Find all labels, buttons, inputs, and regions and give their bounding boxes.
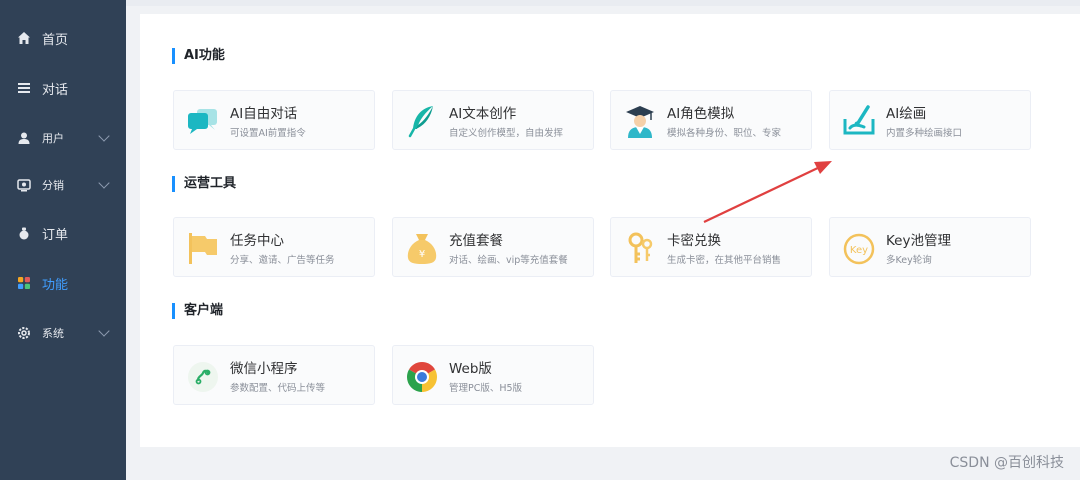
order-icon [16,225,32,241]
section-title-operations: 运营工具 [172,176,236,192]
feather-icon [405,103,439,139]
tile-desc: 内置多种绘画接口 [886,128,963,139]
tile-name: AI自由对话 [230,106,298,122]
chevron-down-icon [98,177,110,189]
flag-icon [186,230,220,266]
tile-desc: 生成卡密，在其他平台销售 [667,255,782,266]
sidebar-item-label: 用户 [42,132,64,145]
key-circle-icon: Key [842,230,876,266]
tile-desc: 自定义创作模型，自由发挥 [449,128,564,139]
apps-icon [16,275,32,291]
tile-recharge-plans[interactable]: ¥ 充值套餐 对话、绘画、vip等充值套餐 [392,217,594,277]
section-title-ai: AI功能 [172,48,225,64]
sidebar-item-label: 对话 [42,82,69,98]
sidebar-item-distribution[interactable]: 分销 [0,165,126,205]
tile-desc: 管理PC版、H5版 [449,383,523,394]
tile-card-redeem[interactable]: 卡密兑换 生成卡密，在其他平台销售 [610,217,812,277]
chevron-down-icon [98,130,110,142]
list-icon [16,80,32,96]
sidebar-item-label: 系统 [42,327,64,340]
tile-desc: 可设置AI前置指令 [230,128,306,139]
sidebar: 首页 对话 用户 分销 订单 功能 系统 [0,0,126,480]
chat-bubbles-icon [186,103,220,139]
tile-web[interactable]: Web版 管理PC版、H5版 [392,345,594,405]
sidebar-item-users[interactable]: 用户 [0,118,126,158]
tile-key-pool[interactable]: Key Key池管理 多Key轮询 [829,217,1031,277]
watermark: CSDN @百创科技 [949,455,1064,471]
svg-text:Key: Key [850,245,868,256]
keys-icon [623,230,657,266]
sidebar-item-features[interactable]: 功能 [0,263,126,303]
tile-ai-chat[interactable]: AI自由对话 可设置AI前置指令 [173,90,375,150]
tile-name: AI角色模拟 [667,106,735,122]
paint-brush-icon [842,103,876,139]
tile-desc: 对话、绘画、vip等充值套餐 [449,255,568,266]
tile-wechat-mini-program[interactable]: 微信小程序 参数配置、代码上传等 [173,345,375,405]
chevron-down-icon [98,325,110,337]
sidebar-item-orders[interactable]: 订单 [0,213,126,253]
section-title-clients: 客户端 [172,303,223,319]
tile-name: Web版 [449,361,492,377]
tile-name: AI绘画 [886,106,927,122]
tile-task-center[interactable]: 任务中心 分享、邀请、广告等任务 [173,217,375,277]
tile-name: Key池管理 [886,233,951,249]
sidebar-item-label: 首页 [42,32,69,48]
tile-name: 微信小程序 [230,361,298,377]
money-bag-icon: ¥ [405,230,439,266]
tile-ai-drawing[interactable]: AI绘画 内置多种绘画接口 [829,90,1031,150]
sidebar-item-label: 分销 [42,179,64,192]
distribution-icon [16,177,32,193]
tile-name: 卡密兑换 [667,233,721,249]
svg-text:¥: ¥ [419,249,425,260]
tile-name: 任务中心 [230,233,284,249]
tile-desc: 多Key轮询 [886,255,932,266]
home-icon [16,30,32,46]
settings-icon [16,325,32,341]
top-bar [126,0,1080,6]
tile-desc: 分享、邀请、广告等任务 [230,255,335,266]
chrome-icon [405,358,439,394]
sidebar-item-system[interactable]: 系统 [0,313,126,353]
mini-program-icon [186,358,220,394]
tile-name: AI文本创作 [449,106,517,122]
tile-ai-writing[interactable]: AI文本创作 自定义创作模型，自由发挥 [392,90,594,150]
tile-desc: 模拟各种身份、职位、专家 [667,128,782,139]
sidebar-item-label: 功能 [42,277,69,293]
tile-ai-roleplay[interactable]: AI角色模拟 模拟各种身份、职位、专家 [610,90,812,150]
tile-desc: 参数配置、代码上传等 [230,383,326,394]
sidebar-item-home[interactable]: 首页 [0,18,126,58]
tile-name: 充值套餐 [449,233,503,249]
sidebar-item-chat[interactable]: 对话 [0,68,126,108]
sidebar-item-label: 订单 [42,227,69,243]
user-icon [16,130,32,146]
graduate-icon [623,103,657,139]
